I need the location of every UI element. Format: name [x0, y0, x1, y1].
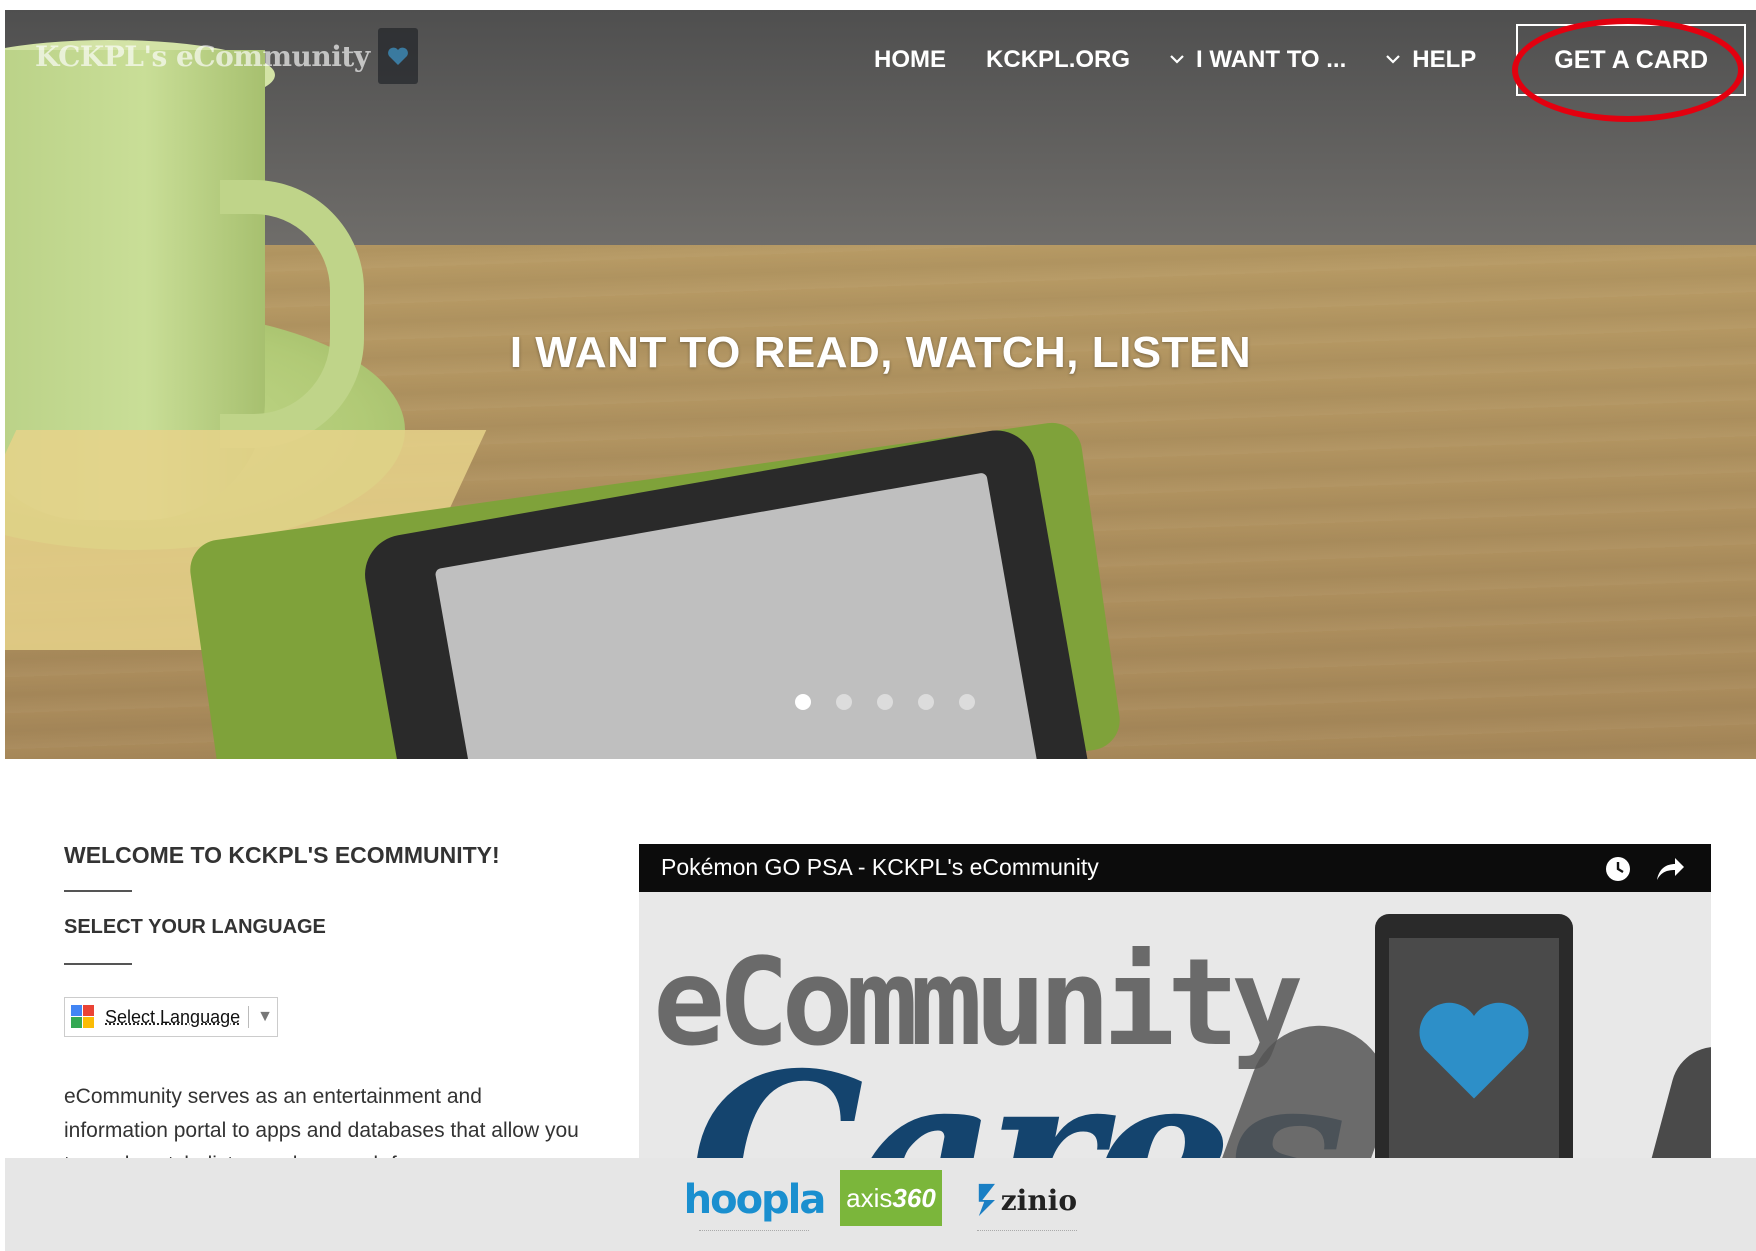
- nav-home[interactable]: HOME: [854, 24, 966, 96]
- chevron-down-icon: [1170, 51, 1184, 69]
- nav-i-want-to-label: I WANT TO ...: [1196, 46, 1347, 73]
- language-heading: SELECT YOUR LANGUAGE: [64, 916, 326, 938]
- hoopla-logo-text: hoopla: [683, 1177, 827, 1223]
- annotation-circle: [1512, 18, 1744, 122]
- watch-later-icon[interactable]: [1605, 856, 1631, 882]
- video-title[interactable]: Pokémon GO PSA - KCKPL's eCommunity: [661, 854, 1099, 881]
- carousel-dot-2[interactable]: [836, 694, 852, 710]
- dropdown-arrow-icon: ▼: [257, 1008, 273, 1025]
- nav-help[interactable]: HELP: [1366, 24, 1496, 96]
- select-separator: [248, 1006, 250, 1028]
- zinio-logo-link[interactable]: zinio: [977, 1170, 1077, 1231]
- nav-kckpl-org-label: KCKPL.ORG: [986, 46, 1131, 73]
- nav-home-label: HOME: [874, 46, 947, 73]
- divider: [64, 890, 132, 892]
- partner-footer-bar: hoopla axis 360 zinio: [5, 1158, 1756, 1251]
- nav-i-want-to[interactable]: I WANT TO ...: [1150, 24, 1366, 96]
- language-select[interactable]: Select Language ▼: [64, 997, 278, 1037]
- zinio-logo-text: zinio: [1000, 1183, 1077, 1217]
- carousel-dot-5[interactable]: [959, 694, 975, 710]
- divider: [64, 963, 132, 965]
- carousel-dot-1[interactable]: [795, 694, 811, 710]
- share-icon[interactable]: [1655, 856, 1685, 882]
- language-select-label: Select Language: [105, 1006, 241, 1027]
- heart-icon: [377, 28, 418, 84]
- carousel-dot-3[interactable]: [877, 694, 893, 710]
- welcome-heading: WELCOME TO KCKPL'S ECOMMUNITY!: [64, 842, 500, 868]
- chevron-down-icon: [1386, 51, 1401, 69]
- zinio-mark-icon: [978, 1183, 995, 1217]
- get-a-card-button[interactable]: GET A CARD: [1512, 18, 1746, 122]
- logo-text: KCKPL's eCommunity: [35, 39, 370, 73]
- nav-kckpl-org[interactable]: KCKPL.ORG: [966, 24, 1150, 96]
- main-nav: HOME KCKPL.ORG I WANT TO ... HELP GET A …: [854, 18, 1746, 122]
- site-logo[interactable]: KCKPL's eCommunity: [35, 28, 418, 84]
- axis-logo-text: axis: [846, 1182, 893, 1213]
- hero-carousel[interactable]: I WANT TO READ, WATCH, LISTEN KCKPL's eC…: [5, 10, 1756, 759]
- carousel-dot-4[interactable]: [918, 694, 934, 710]
- carousel-dots: [795, 694, 975, 710]
- hero-title: I WANT TO READ, WATCH, LISTEN: [509, 328, 1252, 377]
- hoopla-logo-link[interactable]: hoopla: [684, 1170, 826, 1231]
- axis360-logo-link[interactable]: axis 360: [840, 1170, 942, 1226]
- google-translate-icon: [71, 1005, 95, 1029]
- nav-help-label: HELP: [1412, 46, 1477, 73]
- axis-logo-number: 360: [892, 1182, 936, 1213]
- page: I WANT TO READ, WATCH, LISTEN KCKPL's eC…: [5, 10, 1756, 1251]
